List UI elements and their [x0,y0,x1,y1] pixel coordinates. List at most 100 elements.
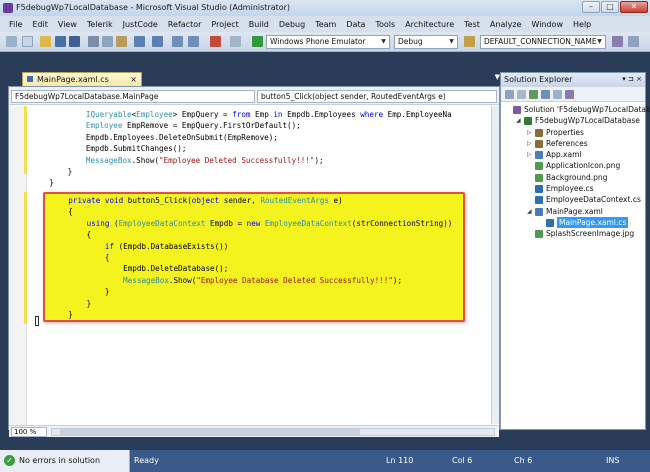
code-line[interactable]: IQueryable<Employee> EmpQuery = from Emp… [31,109,497,120]
close-button[interactable]: ✕ [620,1,648,13]
properties-icon[interactable] [505,90,514,99]
tree-item[interactable]: ◢ F5debugWp7LocalDatabase [501,115,645,126]
class-navigation-combo[interactable]: F5debugWp7LocalDatabase.MainPage [11,90,255,103]
view-code-icon[interactable] [541,90,550,99]
code-line[interactable]: } [50,309,460,320]
save-all-icon[interactable] [69,36,80,47]
code-line[interactable]: } [31,177,497,188]
code-line[interactable]: private void button5_Click(object sender… [50,195,460,206]
scrollbar-thumb[interactable] [60,429,360,435]
save-icon[interactable] [55,36,66,47]
configuration-combo[interactable]: Debug ▼ [394,35,458,49]
tree-item[interactable]: Solution 'F5debugWp7LocalDatabase' (1 pr… [501,104,650,115]
tree-item[interactable]: Employee.cs [501,183,645,194]
cut-icon[interactable] [88,36,99,47]
code-line[interactable]: Empdb.Employees.DeleteOnSubmit(EmpRemove… [31,132,497,143]
code-line[interactable]: Empdb.DeleteDatabase(); [50,263,460,274]
member-navigation-combo[interactable]: button5_Click(object sender, RoutedEvent… [257,90,497,103]
new-project-icon[interactable] [6,36,17,47]
step-icon[interactable] [230,36,241,47]
code-line[interactable]: { [50,252,460,263]
copy-icon[interactable] [102,36,113,47]
menu-project[interactable]: Project [206,20,243,29]
class-diagram-icon[interactable] [565,90,574,99]
menu-window[interactable]: Window [526,20,568,29]
undo-icon[interactable] [134,36,145,47]
find-in-files-icon[interactable] [464,36,475,47]
code-line[interactable]: Empdb.SubmitChanges(); [31,143,497,154]
code-line[interactable]: { [50,206,460,217]
start-debugging-icon[interactable] [252,36,263,47]
menu-analyze[interactable]: Analyze [485,20,527,29]
horizontal-scrollbar[interactable] [51,428,495,436]
class-navigation-value: F5debugWp7LocalDatabase.MainPage [15,92,159,101]
code-line[interactable]: MessageBox.Show("Employee Database Delet… [50,275,460,286]
minimize-button[interactable]: – [582,1,600,13]
tree-item[interactable]: EmployeeDataContext.cs [501,194,645,205]
toolbar-options-icon[interactable] [628,36,639,47]
view-designer-icon[interactable] [553,90,562,99]
menu-edit[interactable]: Edit [27,20,53,29]
code-line[interactable]: } [50,286,460,297]
menu-refactor[interactable]: Refactor [163,20,207,29]
menu-architecture[interactable]: Architecture [400,20,459,29]
menu-justcode[interactable]: JustCode [118,20,163,29]
code-token: object [191,196,220,205]
code-line[interactable]: MessageBox.Show("Employee Deleted Succes… [31,155,497,166]
tree-item[interactable]: ▷ References [501,138,645,149]
redo-icon[interactable] [152,36,163,47]
code-line[interactable]: } [50,298,460,309]
expander-icon[interactable]: ▷ [527,127,532,138]
close-tab-icon[interactable]: × [130,73,137,86]
stop-icon[interactable] [210,36,221,47]
tree-item[interactable]: SplashScreenImage.jpg [501,228,645,239]
tree-item[interactable]: MainPage.xaml.cs [501,216,645,228]
menu-test[interactable]: Test [459,20,485,29]
code-text[interactable]: IQueryable<Employee> EmpQuery = from Emp… [31,109,497,189]
code-line[interactable]: if (Empdb.DatabaseExists()) [50,241,460,252]
maximize-button[interactable]: □ [601,1,619,13]
find-icon[interactable] [612,36,623,47]
tree-item[interactable]: ApplicationIcon.png [501,160,645,171]
zoom-combo[interactable]: 100 % [11,427,47,437]
expander-icon[interactable]: ▷ [527,149,532,160]
menu-file[interactable]: File [4,20,27,29]
navigate-back-icon[interactable] [172,36,183,47]
tree-item[interactable]: ◢ MainPage.xaml [501,206,645,217]
show-all-files-icon[interactable] [517,90,526,99]
navigate-forward-icon[interactable] [188,36,199,47]
error-status[interactable]: ✓ No errors in solution [0,450,130,472]
document-tab-strip: MainPage.xaml.cs × ▼ [8,72,500,86]
open-folder-icon[interactable] [40,36,51,47]
code-line[interactable]: using (EmployeeDataContext Empdb = new E… [50,218,460,229]
menu-team[interactable]: Team [310,20,341,29]
tree-item[interactable]: ▷ Properties [501,127,645,138]
menu-tools[interactable]: Tools [370,20,400,29]
panel-pin-close-icons[interactable]: ▾ ⊐ × [622,73,642,86]
code-token: "Employee Deleted Successfully!!!" [159,155,315,165]
menu-help[interactable]: Help [568,20,596,29]
target-device-combo[interactable]: Windows Phone Emulator ▼ [266,35,390,49]
highlighted-code-text[interactable]: private void button5_Click(object sender… [50,195,460,320]
code-line[interactable]: } [31,166,497,177]
menu-data[interactable]: Data [341,20,370,29]
expander-icon[interactable]: ◢ [527,206,532,217]
expander-icon[interactable]: ▷ [527,138,532,149]
code-line[interactable]: { [50,229,460,240]
code-line[interactable]: Employee EmpRemove = EmpQuery.FirstOrDef… [31,120,497,131]
menu-view[interactable]: View [53,20,82,29]
code-editor[interactable]: F5debugWp7LocalDatabase.MainPage button5… [8,86,500,437]
paste-icon[interactable] [116,36,127,47]
tab-mainpage-xaml-cs[interactable]: MainPage.xaml.cs × [22,72,142,86]
vertical-scrollbar[interactable] [491,106,499,424]
find-combo[interactable]: DEFAULT_CONNECTION_NAME ▼ [480,35,606,49]
menu-build[interactable]: Build [244,20,274,29]
code-token: ( [109,218,119,228]
tree-item[interactable]: Background.png [501,172,645,183]
tree-item[interactable]: ▷ App.xaml [501,149,645,160]
menu-telerik[interactable]: Telerik [82,20,118,29]
refresh-icon[interactable] [529,90,538,99]
menu-debug[interactable]: Debug [274,20,310,29]
add-item-icon[interactable] [22,36,33,47]
expander-icon[interactable]: ◢ [516,115,521,126]
